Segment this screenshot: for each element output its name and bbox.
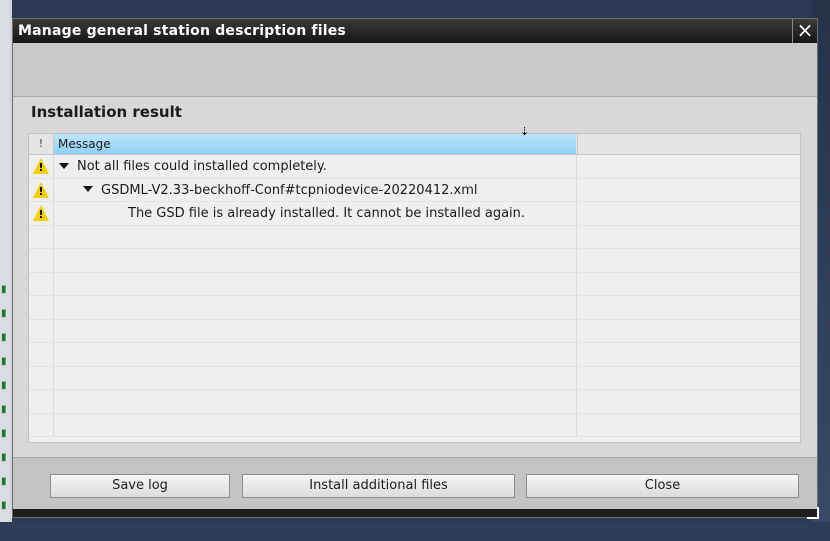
cell-divider (576, 202, 577, 225)
table-row (29, 343, 800, 367)
flag-cell (29, 296, 54, 319)
table-row[interactable]: ! GSDML-V2.33-beckhoff-Conf#tcpniodevice… (29, 178, 800, 202)
close-icon[interactable]: × (792, 19, 817, 43)
install-additional-files-button[interactable]: Install additional files (242, 474, 515, 498)
save-log-button[interactable]: Save log (50, 474, 230, 498)
flag-cell (29, 343, 54, 366)
tree-node-icon: ▮ (1, 308, 7, 319)
dialog-footer: Save log Install additional files Close (13, 457, 817, 510)
table-row (29, 366, 800, 390)
cell-divider (576, 390, 577, 413)
background-bottom (0, 522, 830, 541)
resize-grip-icon[interactable] (807, 507, 819, 519)
table-row[interactable]: ! Not all files could installed complete… (29, 155, 800, 179)
table-row (29, 296, 800, 320)
tree-node-icon: ▮ (1, 404, 7, 415)
table-row[interactable]: ! The GSD file is already installed. It … (29, 202, 800, 226)
background-tree-icons: ▮ ▮ ▮ ▮ ▮ ▮ ▮ ▮ ▮ ▮ (0, 280, 12, 520)
message-text: The GSD file is already installed. It ca… (128, 206, 526, 221)
close-button[interactable]: Close (526, 474, 799, 498)
dialog-titlebar[interactable]: Manage general station description files… (13, 19, 817, 43)
cell-divider (576, 178, 577, 201)
cell-divider (576, 343, 577, 366)
cell-divider (576, 155, 577, 178)
cell-divider (576, 366, 577, 389)
table-row (29, 319, 800, 343)
cell-divider (576, 296, 577, 319)
dialog-title: Manage general station description files (18, 23, 346, 39)
flag-cell: ! (29, 202, 54, 225)
flag-cell (29, 225, 54, 248)
cell-divider (576, 319, 577, 342)
flag-cell: ! (29, 178, 54, 201)
flag-cell: ! (29, 155, 54, 178)
table-row (29, 413, 800, 437)
cell-divider (576, 249, 577, 272)
tree-node-icon: ▮ (1, 332, 7, 343)
warning-mark: ! (38, 161, 44, 174)
section-title: Installation result (31, 103, 182, 121)
dialog-header-band (13, 43, 817, 97)
flag-cell (29, 390, 54, 413)
cell-divider (576, 272, 577, 295)
table-row (29, 272, 800, 296)
grid-header: ! Message (29, 134, 800, 155)
message-text: GSDML-V2.33-beckhoff-Conf#tcpniodevice-2… (101, 182, 478, 198)
flag-cell (29, 272, 54, 295)
installation-result-grid: ! Message ! Not all files could installe… (28, 133, 801, 443)
table-row (29, 249, 800, 273)
flag-cell (29, 413, 54, 436)
message-cell: Not all files could installed completely… (59, 155, 327, 178)
dialog-content: Installation result ! Message ! Not all … (13, 97, 817, 457)
grid-rows: ! Not all files could installed complete… (29, 155, 800, 437)
column-header-message[interactable]: Message (54, 134, 576, 154)
message-text: Not all files could installed completely… (77, 159, 327, 174)
warning-mark: ! (38, 208, 44, 221)
warning-mark: ! (38, 184, 44, 198)
table-row (29, 390, 800, 414)
tree-node-icon: ▮ (1, 356, 7, 367)
column-header-extra[interactable] (577, 134, 800, 154)
mouse-cursor-icon: ⇣ (520, 125, 530, 138)
expand-triangle-icon[interactable] (83, 186, 93, 192)
expand-triangle-icon[interactable] (59, 162, 69, 169)
flag-cell (29, 319, 54, 342)
tree-node-icon: ▮ (1, 380, 7, 391)
flag-cell (29, 366, 54, 389)
flag-cell (29, 249, 54, 272)
dialog-bottom-border (13, 509, 817, 517)
cell-divider (576, 413, 577, 436)
gsd-manager-dialog: Manage general station description files… (12, 18, 819, 519)
cell-divider (576, 225, 577, 248)
table-row (29, 225, 800, 249)
message-cell: GSDML-V2.33-beckhoff-Conf#tcpniodevice-2… (83, 179, 478, 202)
tree-node-icon: ▮ (1, 452, 7, 463)
tree-node-icon: ▮ (1, 284, 7, 295)
tree-node-icon: ▮ (1, 476, 7, 487)
message-cell: The GSD file is already installed. It ca… (128, 202, 525, 225)
column-header-flag[interactable]: ! (29, 134, 54, 154)
tree-node-icon: ▮ (1, 500, 7, 511)
tree-node-icon: ▮ (1, 428, 7, 439)
